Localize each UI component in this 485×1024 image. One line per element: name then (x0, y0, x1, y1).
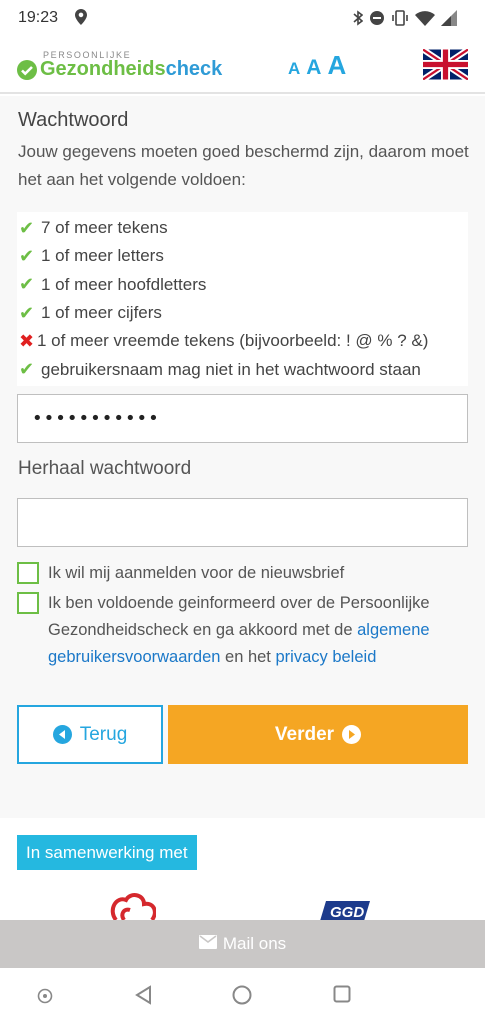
status-icons (353, 10, 457, 31)
home-nav-icon[interactable] (232, 985, 252, 1010)
password-input[interactable] (17, 394, 468, 443)
rule-label: 1 of meer vreemde tekens (bijvoorbeeld: … (37, 331, 429, 351)
svg-text:GGD: GGD (330, 904, 364, 920)
rule-item: ✔ 1 of meer letters (19, 242, 468, 270)
partner-logo-red-icon (110, 892, 157, 920)
rule-item: ✔ 1 of meer cijfers (19, 299, 468, 327)
terms-label: Ik ben voldoende geinformeerd over de Pe… (48, 590, 467, 671)
logo-text-check: check (165, 58, 223, 80)
status-bar: 19:23 (0, 0, 485, 36)
signal-icon (441, 10, 457, 31)
uk-flag-icon[interactable] (421, 47, 470, 82)
privacy-link[interactable]: privacy beleid (275, 648, 376, 666)
newsletter-label: Ik wil mij aanmelden voor de nieuwsbrief (48, 564, 345, 582)
newsletter-checkbox[interactable] (17, 562, 39, 584)
wifi-icon (415, 10, 435, 31)
envelope-icon (198, 934, 217, 954)
font-size-small-button[interactable]: A (288, 59, 300, 79)
arrow-right-icon (342, 725, 362, 744)
check-icon: ✔ (19, 359, 35, 380)
rule-label: gebruikersnaam mag niet in het wachtwoor… (41, 359, 421, 379)
password-title: Wachtwoord (18, 109, 129, 131)
rule-label: 1 of meer cijfers (41, 303, 162, 323)
logo-text-gezondheids: Gezondheids (40, 58, 166, 80)
vibrate-icon (391, 10, 409, 31)
mail-us-button[interactable]: Mail ons (0, 920, 485, 968)
check-icon: ✔ (19, 274, 35, 295)
app-header: PERSOONLIJKE Gezondheids check A A A (0, 36, 485, 94)
password-rules: ✔ 7 of meer tekens ✔ 1 of meer letters ✔ 1 … (17, 212, 468, 386)
registration-form: Wachtwoord Jouw gegevens moeten goed bes… (0, 96, 485, 818)
arrow-left-icon (52, 725, 72, 744)
next-button-label: Verder (274, 723, 335, 745)
system-nav-bar (0, 968, 485, 1024)
terms-option: Ik ben voldoende geinformeerd over de Pe… (17, 590, 467, 671)
newsletter-option: Ik wil mij aanmelden voor de nieuwsbrief (17, 560, 344, 587)
bluetooth-icon (353, 10, 364, 31)
rule-item: ✔ gebruikersnaam mag niet in het wachtwoo… (19, 355, 468, 383)
check-icon: ✔ (19, 302, 35, 323)
rule-label: 7 of meer tekens (41, 218, 168, 238)
mail-us-label: Mail ons (222, 934, 287, 953)
cross-icon: ✖ (19, 330, 35, 351)
cooperation-section: In samenwerking met GGD (0, 818, 485, 920)
terms-checkbox[interactable] (17, 592, 39, 614)
logo-check-icon (17, 59, 37, 80)
check-icon: ✔ (19, 245, 35, 266)
rule-label: 1 of meer letters (41, 246, 164, 266)
next-button[interactable]: Verder (168, 705, 468, 764)
repeat-password-label: Herhaal wachtwoord (18, 458, 192, 479)
cooperation-label: In samenwerking met (17, 835, 197, 870)
rule-label: 1 of meer hoofdletters (41, 274, 207, 294)
do-not-disturb-icon (369, 10, 385, 31)
font-size-medium-button[interactable]: A (306, 56, 321, 80)
rule-item: ✔ 1 of meer hoofdletters (19, 271, 468, 299)
location-icon (75, 9, 87, 30)
repeat-password-input[interactable] (17, 498, 468, 547)
rule-item: ✖ 1 of meer vreemde tekens (bijvoorbeeld:… (19, 327, 468, 355)
assistant-icon[interactable] (37, 988, 53, 1009)
back-button[interactable]: Terug (17, 705, 163, 764)
font-size-large-button[interactable]: A (327, 50, 346, 81)
back-nav-icon[interactable] (134, 985, 154, 1010)
back-button-label: Terug (79, 723, 128, 745)
terms-text-2: en het (220, 648, 276, 666)
status-time: 19:23 (18, 9, 59, 26)
font-size-selector: A A A (288, 50, 346, 81)
check-icon: ✔ (19, 217, 35, 238)
password-intro: Jouw gegevens moeten goed beschermd zijn… (18, 142, 469, 189)
recents-nav-icon[interactable] (333, 985, 351, 1008)
partner-logo-ggd-icon: GGD (320, 901, 370, 920)
rule-item: ✔ 7 of meer tekens (19, 214, 468, 242)
